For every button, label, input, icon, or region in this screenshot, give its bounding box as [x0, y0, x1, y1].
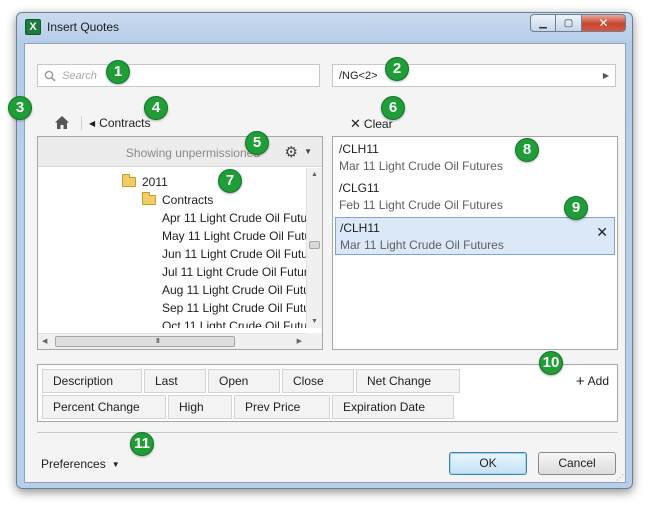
- field-prev-price[interactable]: Prev Price: [234, 395, 330, 419]
- quote-description: Mar 11 Light Crude Oil Futures: [340, 238, 504, 252]
- ok-button[interactable]: OK: [449, 452, 527, 475]
- minimize-icon: ▁: [539, 17, 547, 29]
- back-arrow-icon: ◀: [89, 119, 96, 128]
- folder-icon: [142, 192, 156, 205]
- tree-item[interactable]: Apr 11 Light Crude Oil Futures: [162, 211, 306, 225]
- callout-badge: 10: [539, 351, 563, 375]
- tree-header: Showing unpermissioned ⚙ ▼: [38, 137, 322, 167]
- list-item-selected[interactable]: /CLH11 Mar 11 Light Crude Oil Futures ✕: [335, 217, 615, 255]
- window-title: Insert Quotes: [47, 20, 120, 34]
- back-to-contracts-link[interactable]: ◀ Contracts: [89, 116, 151, 130]
- tree-item[interactable]: Sep 11 Light Crude Oil Futures: [162, 301, 306, 315]
- horizontal-scroll-thumb[interactable]: III: [55, 336, 235, 347]
- close-icon: ✕: [598, 16, 609, 30]
- add-label: Add: [587, 374, 609, 388]
- quote-symbol: /CLH11: [340, 221, 380, 235]
- add-field-button[interactable]: + Add: [576, 373, 609, 390]
- scroll-grip: III: [156, 338, 160, 345]
- scroll-corner: [306, 333, 322, 349]
- title-bar: X Insert Quotes ▁ ▢ ✕: [17, 13, 632, 43]
- selected-quotes-list: /CLH11 Mar 11 Light Crude Oil Futures /C…: [332, 136, 618, 350]
- chevron-down-icon: ▼: [111, 460, 120, 469]
- tree-folder-contracts[interactable]: Contracts: [142, 192, 214, 207]
- minimize-button[interactable]: ▁: [530, 14, 556, 32]
- callout-badge: 11: [130, 432, 154, 456]
- insert-quotes-dialog: X Insert Quotes ▁ ▢ ✕ Search /NG<2> ▶ ◀ C…: [16, 12, 633, 489]
- vertical-scroll-thumb[interactable]: [309, 241, 320, 249]
- preferences-label: Preferences: [41, 457, 106, 471]
- tree-folder-2011[interactable]: 2011: [122, 174, 168, 189]
- tree-view: 2011 Contracts Apr 11 Light Crude Oil Fu…: [38, 168, 306, 328]
- tree-horizontal-scrollbar[interactable]: ◀ III ▶: [38, 333, 306, 349]
- callout-badge: 6: [381, 96, 405, 120]
- field-net-change[interactable]: Net Change: [356, 369, 460, 393]
- clear-x-icon: ✕: [350, 116, 361, 131]
- close-button[interactable]: ✕: [582, 14, 626, 32]
- tree-label: 2011: [142, 175, 168, 189]
- callout-badge: 8: [515, 138, 539, 162]
- symbol-input[interactable]: /NG<2> ▶: [332, 64, 616, 87]
- field-last[interactable]: Last: [144, 369, 206, 393]
- quote-description: Mar 11 Light Crude Oil Futures: [339, 159, 503, 173]
- field-high[interactable]: High: [168, 395, 232, 419]
- callout-badge: 3: [8, 96, 32, 120]
- callout-badge: 4: [144, 96, 168, 120]
- callout-badge: 5: [245, 131, 269, 155]
- window-controls: ▁ ▢ ✕: [530, 14, 626, 33]
- resize-grip-icon[interactable]: ⋰: [616, 474, 624, 482]
- maximize-button[interactable]: ▢: [556, 14, 582, 32]
- field-open[interactable]: Open: [208, 369, 280, 393]
- search-icon: [44, 70, 56, 82]
- nav-separator: [81, 116, 82, 130]
- back-label: Contracts: [99, 116, 151, 130]
- remove-quote-icon[interactable]: ✕: [596, 224, 608, 241]
- search-placeholder: Search: [62, 70, 97, 82]
- excel-app-icon: X: [25, 19, 41, 35]
- quote-symbol: /CLG11: [339, 181, 380, 195]
- footer-divider: [37, 432, 618, 433]
- search-input[interactable]: Search: [37, 64, 320, 87]
- callout-badge: 2: [385, 57, 409, 81]
- gear-icon[interactable]: ⚙: [285, 143, 298, 161]
- field-expiration-date[interactable]: Expiration Date: [332, 395, 454, 419]
- scroll-right-icon[interactable]: ▶: [297, 337, 302, 345]
- tree-item[interactable]: Jul 11 Light Crude Oil Futures: [162, 265, 306, 279]
- field-description[interactable]: Description: [42, 369, 142, 393]
- field-percent-change[interactable]: Percent Change: [42, 395, 166, 419]
- preferences-dropdown[interactable]: Preferences ▼: [41, 457, 120, 471]
- scroll-left-icon[interactable]: ◀: [42, 337, 47, 345]
- scroll-up-icon[interactable]: ▲: [311, 171, 318, 178]
- quote-description: Feb 11 Light Crude Oil Futures: [339, 198, 503, 212]
- browse-tree-panel: Showing unpermissioned ⚙ ▼ 2011 Contract…: [37, 136, 323, 350]
- symbol-value: /NG<2>: [339, 70, 378, 82]
- home-icon[interactable]: [55, 116, 69, 129]
- scroll-down-icon[interactable]: ▼: [311, 318, 318, 325]
- tree-item[interactable]: Aug 11 Light Crude Oil Futures: [162, 283, 306, 297]
- permission-status: Showing unpermissioned: [125, 146, 260, 160]
- callout-badge: 7: [218, 169, 242, 193]
- callout-badge: 9: [564, 196, 588, 220]
- field-close[interactable]: Close: [282, 369, 354, 393]
- maximize-icon: ▢: [563, 17, 574, 29]
- list-item[interactable]: /CLH11 Mar 11 Light Crude Oil Futures: [335, 139, 615, 177]
- folder-icon: [122, 174, 136, 187]
- callout-badge: 1: [106, 60, 130, 84]
- tree-item[interactable]: May 11 Light Crude Oil Futures: [162, 229, 306, 243]
- gear-dropdown-icon[interactable]: ▼: [304, 147, 312, 156]
- dialog-body: Search /NG<2> ▶ ◀ Contracts ✕ Clear Showin…: [24, 43, 626, 483]
- tree-label: Contracts: [162, 193, 214, 207]
- plus-icon: +: [575, 373, 585, 390]
- tree-vertical-scrollbar[interactable]: ▲ ▼: [306, 168, 322, 328]
- expand-arrow-icon[interactable]: ▶: [603, 71, 609, 80]
- quote-symbol: /CLH11: [339, 142, 379, 156]
- tree-item[interactable]: Jun 11 Light Crude Oil Futures: [162, 247, 306, 261]
- fields-panel: Description Last Open Close Net Change P…: [37, 364, 618, 422]
- tree-item[interactable]: Oct 11 Light Crude Oil Futures: [162, 319, 306, 328]
- cancel-button[interactable]: Cancel: [538, 452, 616, 475]
